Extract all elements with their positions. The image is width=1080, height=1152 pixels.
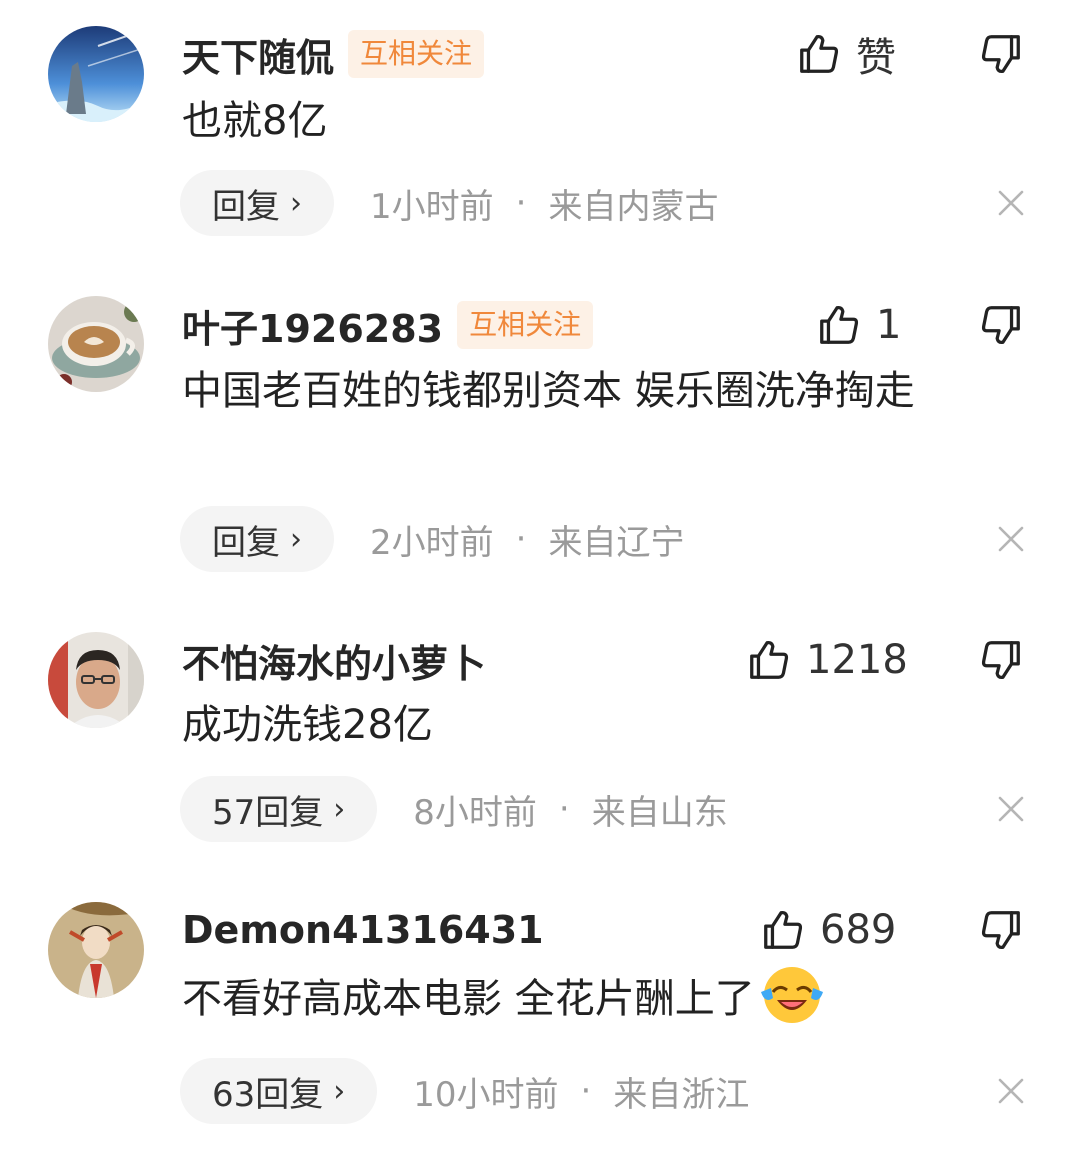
username[interactable]: 天下随侃 xyxy=(182,27,334,82)
dislike-button[interactable] xyxy=(978,26,1026,82)
thumbs-up-icon xyxy=(796,31,842,77)
close-icon[interactable] xyxy=(996,188,1026,218)
location: 来自内蒙古 xyxy=(548,186,719,227)
reply-label: 57回复 xyxy=(212,792,324,833)
username[interactable]: Demon41316431 xyxy=(182,908,544,952)
avatar[interactable] xyxy=(48,296,144,392)
like-button[interactable]: 赞 xyxy=(796,26,896,82)
reply-label: 回复 xyxy=(212,522,280,563)
close-icon[interactable] xyxy=(996,1076,1026,1106)
close-icon[interactable] xyxy=(996,794,1026,824)
timestamp: 10小时前 xyxy=(413,1074,559,1115)
comment-text-content: 中国老百姓的钱都别资本 娱乐圈洗净掏走 xyxy=(182,368,915,414)
thumbs-down-icon xyxy=(978,302,1024,348)
mutual-follow-badge: 互相关注 xyxy=(348,30,485,78)
avatar[interactable] xyxy=(48,632,144,728)
username[interactable]: 叶子1926283 xyxy=(182,298,443,353)
like-button[interactable]: 1 xyxy=(816,297,901,353)
thumbs-down-icon xyxy=(978,637,1024,683)
chevron-right-icon: › xyxy=(333,791,346,827)
comment-text: 中国老百姓的钱都别资本 娱乐圈洗净掏走 xyxy=(182,358,1022,424)
separator-dot: · xyxy=(580,1071,592,1111)
chevron-right-icon: › xyxy=(333,1073,346,1109)
separator-dot: · xyxy=(515,183,527,223)
like-count: 689 xyxy=(820,907,897,953)
chevron-right-icon: › xyxy=(290,521,302,557)
comment-text-content: 也就8亿 xyxy=(182,98,328,144)
like-count: 1 xyxy=(876,302,902,348)
dislike-button[interactable] xyxy=(978,297,1026,353)
like-button[interactable]: 1218 xyxy=(746,632,908,688)
separator-dot: · xyxy=(558,789,570,829)
location: 来自山东 xyxy=(591,792,728,833)
reply-button[interactable]: 回复 › xyxy=(180,506,334,572)
close-icon[interactable] xyxy=(996,524,1026,554)
thumbs-up-icon xyxy=(816,302,862,348)
reply-label: 63回复 xyxy=(212,1074,324,1115)
thumbs-down-icon xyxy=(978,907,1024,953)
reply-button[interactable]: 57回复 › xyxy=(180,776,378,842)
like-count: 赞 xyxy=(856,35,896,81)
timestamp: 8小时前 xyxy=(413,792,537,833)
timestamp: 2小时前 xyxy=(370,522,494,563)
avatar[interactable] xyxy=(48,26,144,122)
chevron-right-icon: › xyxy=(290,185,302,221)
like-count: 1218 xyxy=(806,637,908,683)
thumbs-up-icon xyxy=(760,907,806,953)
thumbs-up-icon xyxy=(746,637,792,683)
dislike-button[interactable] xyxy=(978,632,1026,688)
laughing-crying-emoji-icon xyxy=(759,962,825,1028)
username[interactable]: 不怕海水的小萝卜 xyxy=(182,633,486,688)
comment-text: 成功洗钱28亿 xyxy=(182,692,1022,758)
comment-text-content: 不看好高成本电影 全花片酬上了 xyxy=(182,976,755,1022)
location: 来自浙江 xyxy=(613,1074,750,1115)
comment-text-content: 成功洗钱28亿 xyxy=(182,702,433,748)
location: 来自辽宁 xyxy=(548,522,685,563)
mutual-follow-badge: 互相关注 xyxy=(457,301,594,349)
comment-text: 也就8亿 xyxy=(182,88,1022,154)
separator-dot: · xyxy=(515,519,527,559)
avatar[interactable] xyxy=(48,902,144,998)
comment-text: 不看好高成本电影 全花片酬上了 xyxy=(182,966,1022,1034)
dislike-button[interactable] xyxy=(978,902,1026,958)
like-button[interactable]: 689 xyxy=(760,902,896,958)
thumbs-down-icon xyxy=(978,31,1024,77)
reply-label: 回复 xyxy=(212,186,280,227)
timestamp: 1小时前 xyxy=(370,186,494,227)
reply-button[interactable]: 回复 › xyxy=(180,170,334,236)
reply-button[interactable]: 63回复 › xyxy=(180,1058,378,1124)
